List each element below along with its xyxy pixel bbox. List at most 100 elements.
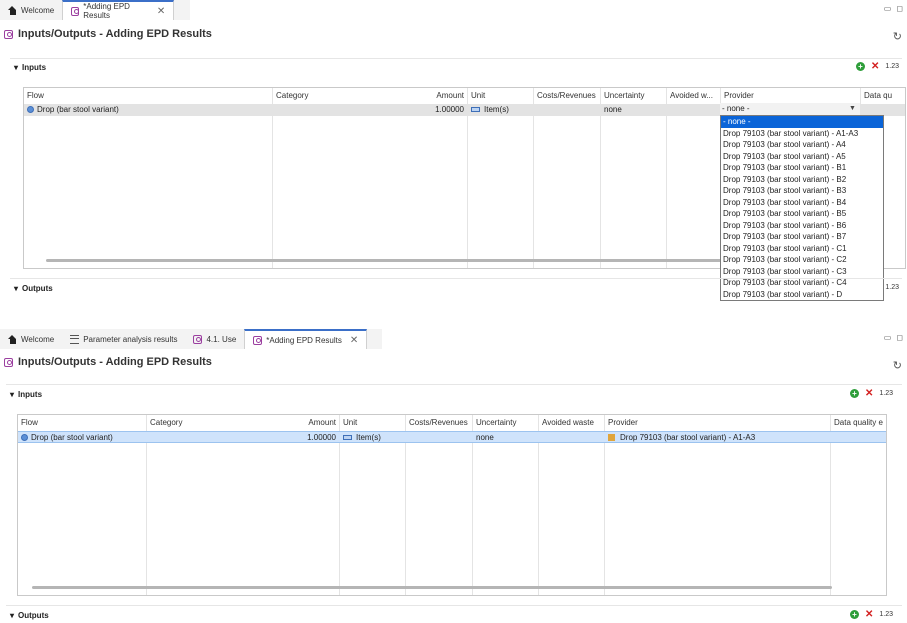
tab-4-1-use[interactable]: 4.1. Use <box>185 329 244 349</box>
unit-value: Item(s) <box>484 105 509 114</box>
column-header-unit[interactable]: Unit <box>340 417 405 429</box>
dropdown-option[interactable]: Drop 79103 (bar stool variant) - B4 <box>721 197 883 209</box>
dropdown-option[interactable]: Drop 79103 (bar stool variant) - B6 <box>721 220 883 232</box>
dropdown-option[interactable]: Drop 79103 (bar stool variant) - A1-A3 <box>721 128 883 140</box>
column-header-unit[interactable]: Unit <box>468 90 533 102</box>
dropdown-option[interactable]: Drop 79103 (bar stool variant) - C3 <box>721 266 883 278</box>
outputs-label: Outputs <box>22 283 53 293</box>
delete-icon[interactable]: ✕ <box>865 389 873 399</box>
section-divider <box>6 605 902 606</box>
flow-icon <box>21 434 28 441</box>
dropdown-option[interactable]: Drop 79103 (bar stool variant) - B1 <box>721 162 883 174</box>
column-header-uncertainty[interactable]: Uncertainty <box>473 417 538 429</box>
format-toggle[interactable]: 1.23 <box>879 390 893 397</box>
dropdown-option[interactable]: Drop 79103 (bar stool variant) - D <box>721 289 883 301</box>
column-header-costs[interactable]: Costs/Revenues <box>406 417 472 429</box>
dropdown-option[interactable]: Drop 79103 (bar stool variant) - B3 <box>721 185 883 197</box>
inputs-label: Inputs <box>22 62 47 72</box>
inputs-toolbar: + ✕ 1.23 <box>849 389 893 399</box>
home-icon <box>8 334 17 344</box>
minimize-icon[interactable]: ▭ <box>884 333 892 342</box>
page-title-text: Inputs/Outputs - Adding EPD Results <box>18 28 212 40</box>
column-header-costs[interactable]: Costs/Revenues <box>534 90 600 102</box>
inputs-section-header[interactable]: ▾ Inputs <box>14 59 46 75</box>
dropdown-option[interactable]: Drop 79103 (bar stool variant) - B5 <box>721 208 883 220</box>
provider-select[interactable]: - none - <box>720 103 860 115</box>
maximize-icon[interactable]: ◻ <box>896 4 903 13</box>
unit-value: Item(s) <box>356 433 381 442</box>
chevron-down-icon[interactable]: ▼ <box>849 105 856 112</box>
column-header-amount[interactable]: Amount <box>413 90 467 102</box>
tab-welcome[interactable]: Welcome <box>0 0 62 20</box>
inputs-section-header[interactable]: ▾ Inputs <box>10 386 42 402</box>
dropdown-option[interactable]: Drop 79103 (bar stool variant) - B2 <box>721 174 883 186</box>
minimize-icon[interactable]: ▭ <box>884 4 892 13</box>
inputs-table: Flow Category Amount Unit Costs/Revenues… <box>17 414 887 596</box>
column-header-flow[interactable]: Flow <box>18 417 146 429</box>
tab-adding-epd-results[interactable]: *Adding EPD Results ✕ <box>244 329 368 349</box>
horizontal-scrollbar[interactable] <box>32 586 832 589</box>
provider-cell[interactable]: Drop 79103 (bar stool variant) - A1-A3 <box>605 432 830 444</box>
unit-icon <box>343 435 352 440</box>
refresh-icon[interactable]: ↻ <box>893 30 902 43</box>
dropdown-option[interactable]: Drop 79103 (bar stool variant) - C2 <box>721 254 883 266</box>
process-icon <box>193 334 203 344</box>
tab-label: Welcome <box>21 334 55 344</box>
dropdown-option[interactable]: Drop 79103 (bar stool variant) - C1 <box>721 243 883 255</box>
tab-welcome[interactable]: Welcome <box>0 329 62 349</box>
column-header-data-quality[interactable]: Data quality e <box>831 417 886 429</box>
provider-dropdown-list: - none - Drop 79103 (bar stool variant) -… <box>720 115 884 301</box>
unit-cell[interactable]: Item(s) <box>340 432 405 444</box>
top-tab-bar: Welcome *Adding EPD Results ✕ <box>0 0 190 20</box>
chevron-down-icon: ▾ <box>14 62 19 72</box>
flow-icon <box>27 106 34 113</box>
maximize-icon[interactable]: ◻ <box>896 333 903 342</box>
dropdown-option[interactable]: Drop 79103 (bar stool variant) - A4 <box>721 139 883 151</box>
dropdown-option[interactable]: Drop 79103 (bar stool variant) - A5 <box>721 151 883 163</box>
tab-label: Welcome <box>21 5 55 15</box>
add-icon[interactable]: + <box>849 610 859 619</box>
format-toggle[interactable]: 1.23 <box>885 63 899 70</box>
column-header-category[interactable]: Category <box>273 90 413 102</box>
process-icon <box>608 434 615 441</box>
column-header-category[interactable]: Category <box>147 417 287 429</box>
process-icon <box>71 6 80 16</box>
column-header-amount[interactable]: Amount <box>287 417 339 429</box>
chevron-down-icon: ▾ <box>14 283 19 293</box>
flow-cell[interactable]: Drop (bar stool variant) <box>24 104 272 116</box>
column-header-uncertainty[interactable]: Uncertainty <box>601 90 666 102</box>
uncertainty-cell[interactable]: none <box>473 432 538 444</box>
tab-parameter-analysis-results[interactable]: Parameter analysis results <box>62 329 185 349</box>
table-row[interactable]: Drop (bar stool variant) 1.00000 Item(s)… <box>18 431 886 443</box>
close-icon[interactable]: ✕ <box>157 6 165 17</box>
add-icon[interactable]: + <box>855 62 865 71</box>
format-toggle[interactable]: 1.23 <box>885 284 899 291</box>
column-header-data-quality[interactable]: Data qu <box>861 90 905 102</box>
dropdown-option[interactable]: Drop 79103 (bar stool variant) - B7 <box>721 231 883 243</box>
unit-cell[interactable]: Item(s) <box>468 104 533 116</box>
column-header-avoided[interactable]: Avoided w... <box>667 90 720 102</box>
amount-cell[interactable]: 1.00000 <box>287 432 339 444</box>
flow-cell[interactable]: Drop (bar stool variant) <box>18 432 146 444</box>
amount-cell[interactable]: 1.00000 <box>413 104 467 116</box>
uncertainty-cell[interactable]: none <box>601 104 666 116</box>
page-title: Inputs/Outputs - Adding EPD Results <box>4 28 212 40</box>
dropdown-option[interactable]: - none - <box>721 116 883 128</box>
close-icon[interactable]: ✕ <box>350 335 358 346</box>
unit-icon <box>471 107 480 112</box>
section-divider <box>10 278 902 279</box>
tab-adding-epd-results[interactable]: *Adding EPD Results ✕ <box>62 0 175 20</box>
tab-label: Parameter analysis results <box>83 334 178 344</box>
window-controls: ▭ ◻ <box>884 4 903 13</box>
column-header-flow[interactable]: Flow <box>24 90 272 102</box>
add-icon[interactable]: + <box>849 389 859 398</box>
table-header: Flow Category Amount Unit Costs/Revenues… <box>24 90 905 102</box>
outputs-section-header[interactable]: ▾ Outputs <box>14 280 53 296</box>
column-header-provider[interactable]: Provider <box>605 417 830 429</box>
delete-icon[interactable]: ✕ <box>871 62 879 72</box>
column-header-avoided[interactable]: Avoided waste <box>539 417 604 429</box>
column-header-provider[interactable]: Provider <box>721 90 860 102</box>
delete-icon[interactable]: ✕ <box>865 610 873 620</box>
refresh-icon[interactable]: ↻ <box>893 359 902 372</box>
format-toggle[interactable]: 1.23 <box>879 611 893 618</box>
